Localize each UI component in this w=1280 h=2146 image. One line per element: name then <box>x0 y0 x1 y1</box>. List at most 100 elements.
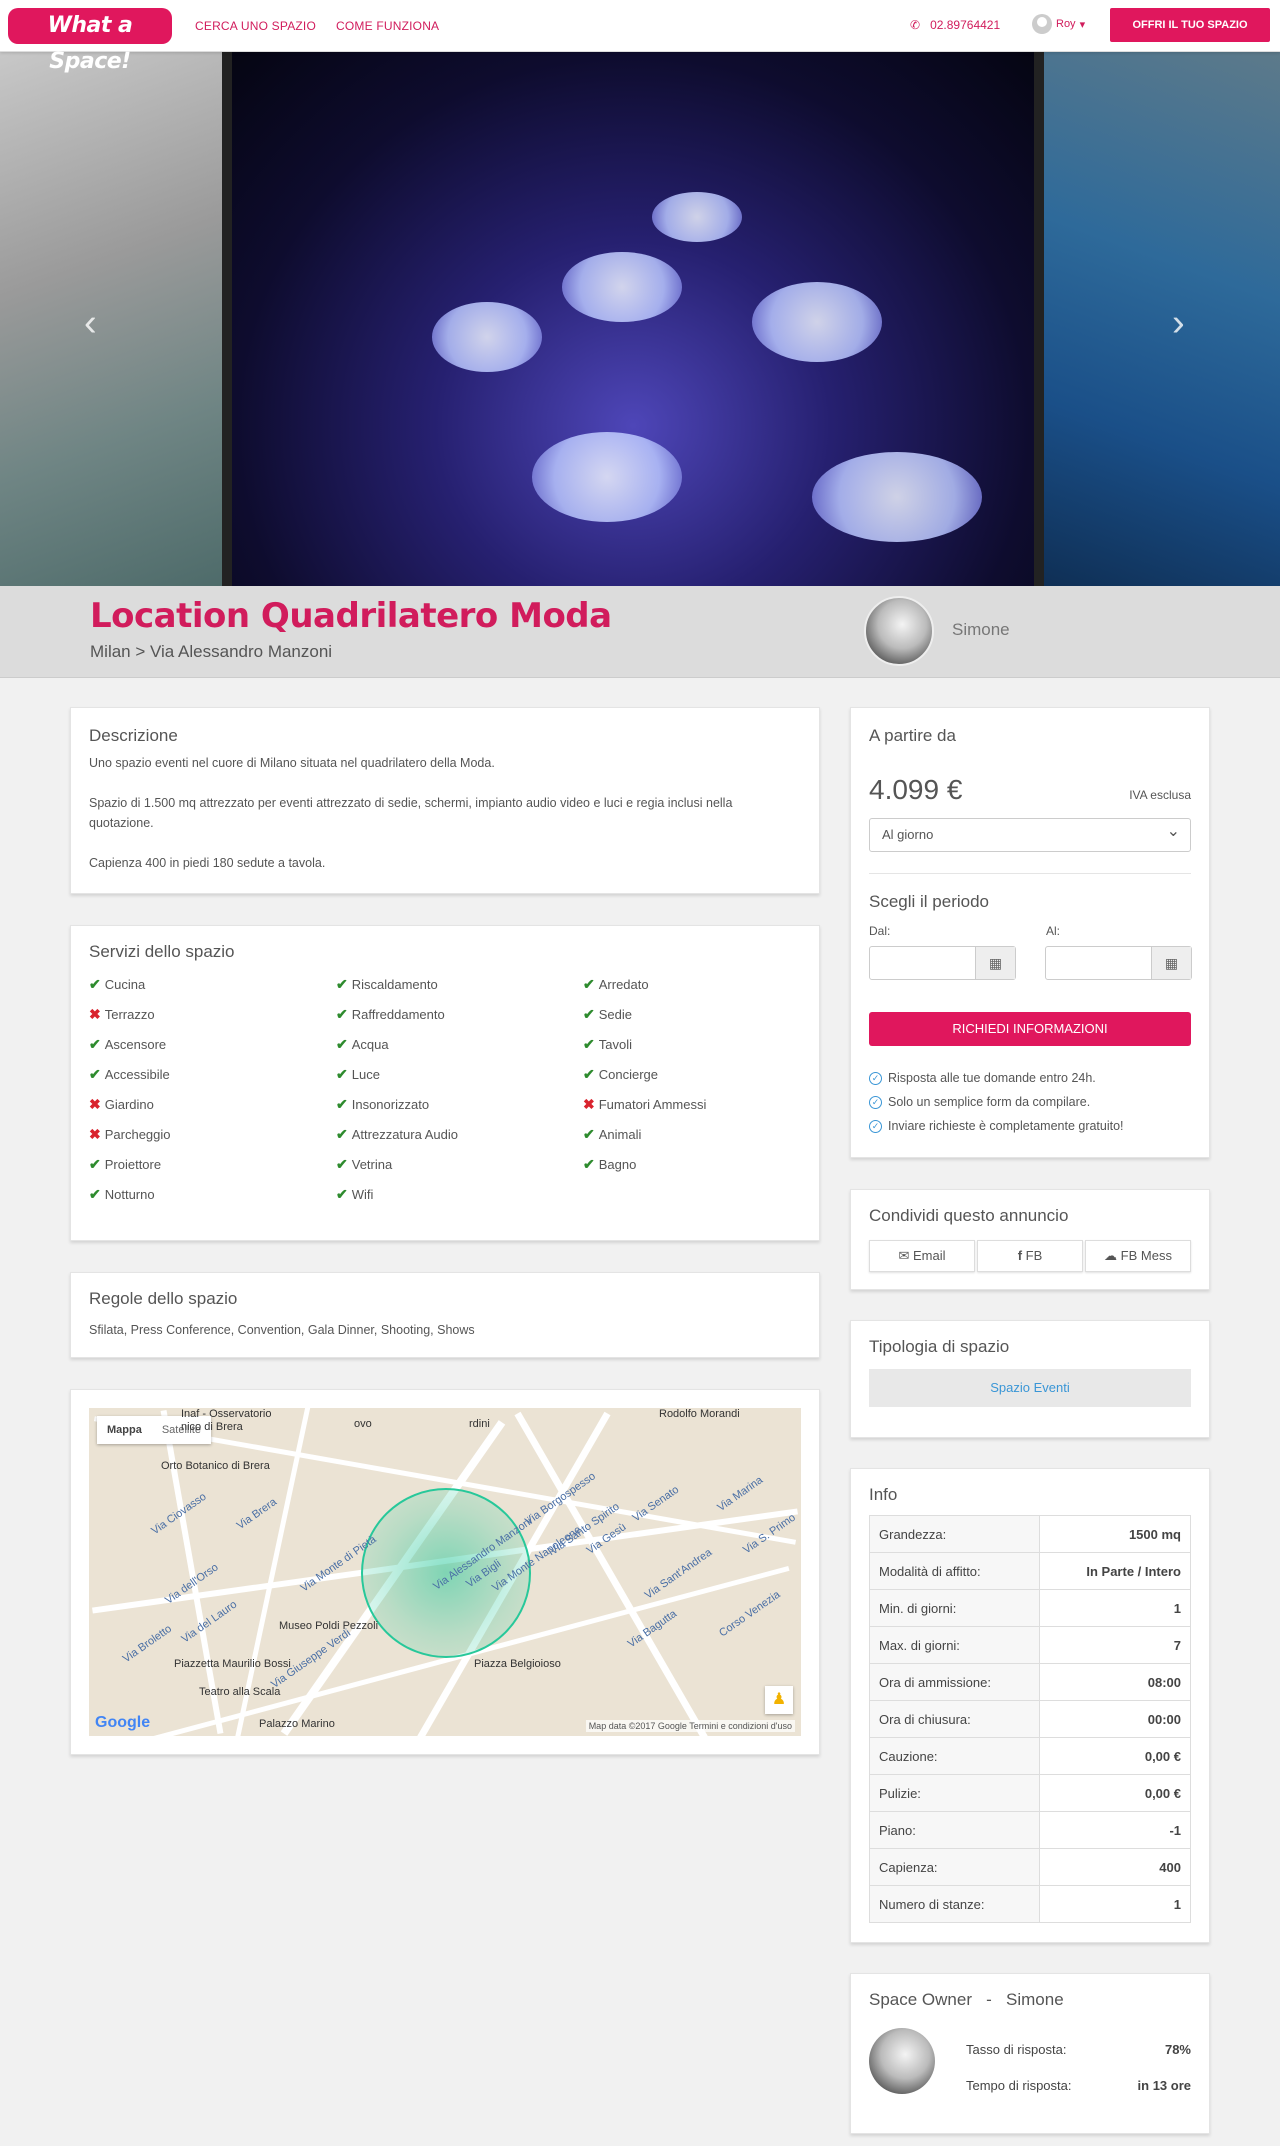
space-type-heading: Tipologia di spazio <box>869 1337 1010 1356</box>
info-value: 1 <box>1039 1589 1191 1627</box>
map-label: Piazzetta Maurilio Bossi <box>174 1658 291 1670</box>
service-item: ✔ Bagno <box>583 1156 636 1173</box>
info-label: Max. di giorni: <box>869 1626 1040 1664</box>
cross-icon: ✖ <box>583 1096 595 1112</box>
space-type-badge[interactable]: Spazio Eventi <box>869 1369 1191 1407</box>
breadcrumb: Milan > Via Alessandro Manzoni <box>90 642 333 661</box>
share-email-label: Email <box>913 1248 946 1263</box>
site-logo[interactable]: What a Space! <box>8 8 172 74</box>
pricing-card: A partire da 4.099 € IVA esclusa Al gior… <box>850 707 1210 1158</box>
service-item: ✔ Attrezzatura Audio <box>336 1126 458 1143</box>
service-item: ✔ Cucina <box>89 976 145 993</box>
date-from-field[interactable]: ▦ <box>869 946 1016 980</box>
map-label: Via Marina <box>715 1474 766 1514</box>
space-owner-avatar[interactable] <box>869 2028 935 2094</box>
response-time-label: Tempo di risposta: <box>966 2078 1072 2093</box>
info-label: Capienza: <box>869 1848 1040 1886</box>
share-fbmess-button[interactable]: ☁ FB Mess <box>1085 1240 1191 1272</box>
location-map[interactable]: Mappa Satellite Inaf - Osservatorio nico … <box>89 1408 801 1736</box>
price-value: 4.099 € <box>869 774 963 805</box>
check-icon: ✔ <box>89 1156 101 1172</box>
date-from-input[interactable] <box>870 947 975 979</box>
check-icon: ✔ <box>583 1006 595 1022</box>
info-value: In Parte / Intero <box>1039 1552 1191 1590</box>
space-owner-name[interactable]: Simone <box>1006 1990 1064 2009</box>
chevron-right-icon[interactable]: › <box>1172 302 1185 345</box>
carousel-prev-image <box>0 52 222 586</box>
service-name: Sedie <box>598 1007 632 1022</box>
rules-card: Regole dello spazio Sfilata, Press Confe… <box>70 1272 820 1358</box>
cross-icon: ✖ <box>89 1006 101 1022</box>
calendar-icon[interactable]: ▦ <box>1151 947 1191 979</box>
service-item: ✔ Riscaldamento <box>336 976 438 993</box>
service-name: Wifi <box>351 1187 374 1202</box>
space-owner-label: Space Owner <box>869 1990 972 2009</box>
chevron-left-icon[interactable]: ‹ <box>84 302 97 345</box>
check-icon: ✔ <box>336 1126 348 1142</box>
image-decoration <box>562 252 682 322</box>
carousel-next-image <box>1044 52 1280 586</box>
request-info-button[interactable]: RICHIEDI INFORMAZIONI <box>869 1012 1191 1046</box>
map-label: Via Brera <box>234 1495 279 1533</box>
info-heading: Info <box>869 1485 898 1504</box>
calendar-icon[interactable]: ▦ <box>975 947 1015 979</box>
info-label: Pulizie: <box>869 1774 1040 1812</box>
info-row: Max. di giorni: 7 <box>869 1626 1191 1664</box>
map-label: Piazza Belgioioso <box>474 1658 561 1670</box>
listing-title: Location Quadrilatero Moda <box>90 596 612 636</box>
map-label: Rodolfo Morandi <box>659 1408 740 1420</box>
check-icon: ✔ <box>583 976 595 992</box>
service-item: ✔ Raffreddamento <box>336 1006 445 1023</box>
info-label: Min. di giorni: <box>869 1589 1040 1627</box>
check-icon: ✔ <box>336 1096 348 1112</box>
period-select[interactable]: Al giorno <box>869 818 1191 852</box>
nav-come-funziona[interactable]: COME FUNZIONA <box>336 19 439 33</box>
offer-space-button[interactable]: OFFRI IL TUO SPAZIO <box>1110 8 1270 42</box>
map-label: Corso Venezia <box>717 1588 783 1640</box>
owner-avatar[interactable] <box>864 596 934 666</box>
service-item: ✔ Animali <box>583 1126 641 1143</box>
phone-number: 02.89764421 <box>930 18 1001 32</box>
services-heading: Servizi dello spazio <box>89 942 235 961</box>
service-name: Notturno <box>104 1187 155 1202</box>
service-name: Giardino <box>104 1097 154 1112</box>
date-to-field[interactable]: ▦ <box>1045 946 1192 980</box>
service-name: Fumatori Ammessi <box>598 1097 707 1112</box>
share-fbmess-label: FB Mess <box>1120 1248 1172 1263</box>
info-value: -1 <box>1039 1811 1191 1849</box>
space-owner-heading: Space Owner - Simone <box>869 1990 1064 2010</box>
service-item: ✔ Luce <box>336 1066 380 1083</box>
caret-down-icon: ▾ <box>1079 18 1086 31</box>
map-label: ovo <box>354 1418 372 1430</box>
service-name: Acqua <box>351 1037 389 1052</box>
service-item: ✔ Wifi <box>336 1186 373 1203</box>
photo-carousel[interactable]: ‹ › <box>0 52 1280 586</box>
carousel-main-image <box>232 52 1034 586</box>
nav-cerca-spazio[interactable]: CERCA UNO SPAZIO <box>195 19 316 33</box>
service-item: ✔ Sedie <box>583 1006 632 1023</box>
check-icon: ✔ <box>336 1036 348 1052</box>
map-label: rdini <box>469 1418 490 1430</box>
date-to-input[interactable] <box>1046 947 1151 979</box>
map-tab-mappa[interactable]: Mappa <box>97 1416 152 1444</box>
owner-name[interactable]: Simone <box>952 620 1010 640</box>
separator: - <box>986 1990 992 2009</box>
check-icon: ✔ <box>89 976 101 992</box>
share-fb-button[interactable]: f FB <box>977 1240 1083 1272</box>
info-row: Capienza: 400 <box>869 1848 1191 1886</box>
share-card: Condividi questo annuncio ✉ Email f FB ☁… <box>850 1189 1210 1290</box>
check-icon: ✔ <box>583 1126 595 1142</box>
phone-contact[interactable]: ✆ 02.89764421 <box>910 18 1000 32</box>
response-rate-label: Tasso di risposta: <box>966 2042 1067 2057</box>
service-item: ✔ Proiettore <box>89 1156 161 1173</box>
cross-icon: ✖ <box>89 1126 101 1142</box>
description-text-3: Capienza 400 in piedi 180 sedute a tavol… <box>89 856 326 870</box>
image-decoration <box>812 452 982 542</box>
service-item: ✔ Notturno <box>89 1186 155 1203</box>
map-attribution[interactable]: Map data ©2017 Google Termini e condizio… <box>585 1720 795 1732</box>
date-from-label: Dal: <box>869 924 891 938</box>
user-menu[interactable]: Roy ▾ <box>1032 14 1085 34</box>
user-avatar-icon <box>1032 14 1052 34</box>
share-email-button[interactable]: ✉ Email <box>869 1240 975 1272</box>
pegman-icon[interactable]: ♟ <box>765 1686 793 1714</box>
